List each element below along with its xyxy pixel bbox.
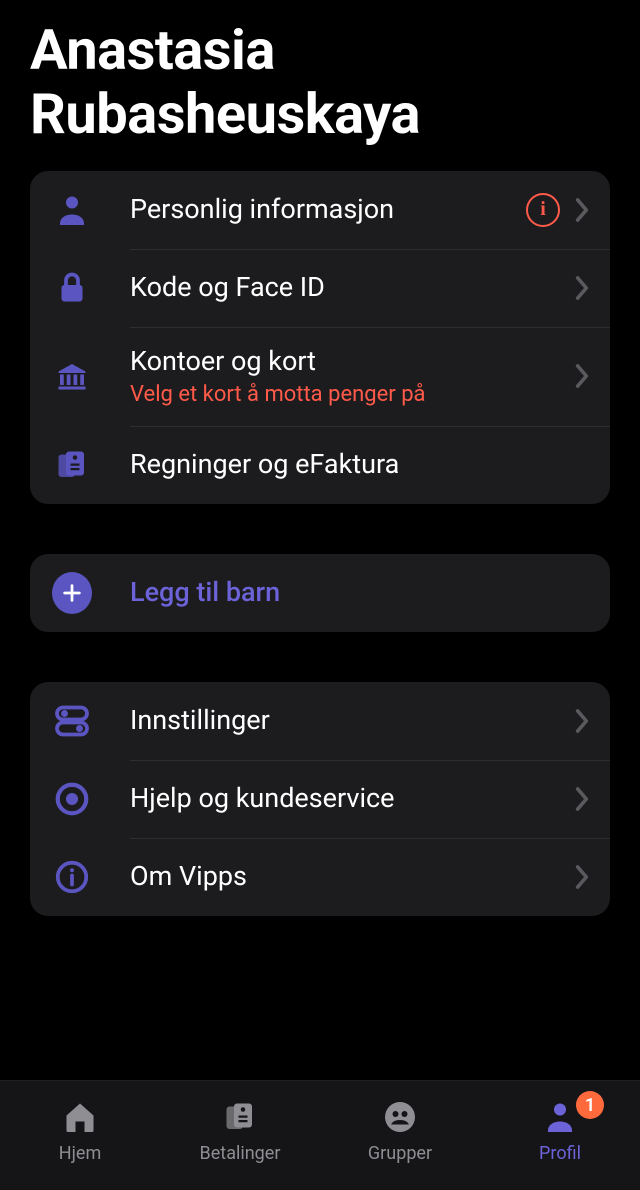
chevron-right-icon <box>574 275 590 301</box>
bank-icon <box>52 356 92 396</box>
chevron-right-icon <box>574 708 590 734</box>
person-icon <box>52 190 92 230</box>
chevron-right-icon <box>574 197 590 223</box>
chevron-right-icon <box>574 363 590 389</box>
tab-label: Betalinger <box>200 1143 281 1164</box>
toggles-icon <box>52 701 92 741</box>
tab-profile[interactable]: Profil 1 <box>480 1097 640 1164</box>
row-label: Legg til barn <box>130 576 590 610</box>
payments-icon <box>220 1097 260 1137</box>
groups-icon <box>380 1097 420 1137</box>
alert-info-icon: i <box>526 193 560 227</box>
tab-label: Profil <box>539 1143 581 1164</box>
account-settings-card: Personlig informasjon i Kode og Face ID <box>30 171 610 504</box>
tab-groups[interactable]: Grupper <box>320 1097 480 1164</box>
add-child-card: Legg til barn <box>30 554 610 632</box>
row-add-child[interactable]: Legg til barn <box>30 554 610 632</box>
tab-label: Grupper <box>368 1143 432 1164</box>
row-accounts-cards[interactable]: Kontoer og kort Velg et kort å motta pen… <box>30 327 610 426</box>
row-label: Kontoer og kort <box>130 345 574 379</box>
row-personal-info[interactable]: Personlig informasjon i <box>30 171 610 249</box>
home-icon <box>60 1097 100 1137</box>
row-label: Regninger og eFaktura <box>130 448 590 482</box>
plus-icon <box>52 573 92 613</box>
chevron-right-icon <box>574 864 590 890</box>
tab-home[interactable]: Hjem <box>0 1097 160 1164</box>
row-label: Personlig informasjon <box>130 193 526 227</box>
row-label: Innstillinger <box>130 704 574 738</box>
tab-payments[interactable]: Betalinger <box>160 1097 320 1164</box>
tab-badge: 1 <box>576 1091 604 1119</box>
tab-label: Hjem <box>59 1143 101 1164</box>
row-label: Hjelp og kundeservice <box>130 782 574 816</box>
row-bills-efaktura[interactable]: Regninger og eFaktura <box>30 426 610 504</box>
row-sublabel: Velg et kort å motta penger på <box>130 382 574 408</box>
row-about[interactable]: Om Vipps <box>30 838 610 916</box>
row-settings[interactable]: Innstillinger <box>30 682 610 760</box>
row-code-faceid[interactable]: Kode og Face ID <box>30 249 610 327</box>
row-help[interactable]: Hjelp og kundeservice <box>30 760 610 838</box>
tab-bar: Hjem Betalinger Grupper Profil 1 <box>0 1080 640 1190</box>
bills-icon <box>52 445 92 485</box>
lock-icon <box>52 268 92 308</box>
chevron-right-icon <box>574 786 590 812</box>
info-icon <box>52 857 92 897</box>
help-icon <box>52 779 92 819</box>
row-label: Kode og Face ID <box>130 271 574 305</box>
support-card: Innstillinger Hjelp og kundeservice <box>30 682 610 916</box>
profile-icon <box>540 1097 580 1137</box>
row-label: Om Vipps <box>130 860 574 894</box>
page-title: Anastasia Rubasheuskaya <box>30 18 610 147</box>
